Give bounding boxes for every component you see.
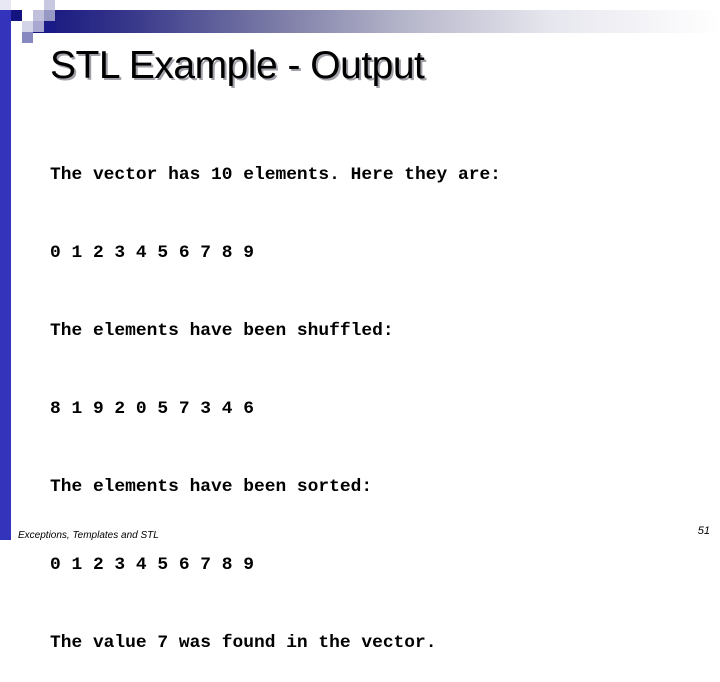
footer-title: Exceptions, Templates and STL [18,530,159,541]
slide-title: STL Example - Output [50,44,425,87]
corner-square [44,10,55,21]
corner-square [44,21,55,32]
page-number: 51 [697,525,710,537]
output-line: The value 7 was found in the vector. [50,633,437,653]
left-accent-bar [0,10,11,540]
output-line: The elements have been shuffled: [50,321,394,341]
program-output: The vector has 10 elements. Here they ar… [50,110,501,682]
corner-square [22,0,33,10]
output-line: The vector has 10 elements. Here they ar… [50,165,501,185]
corner-square [33,10,44,21]
corner-square [11,10,22,21]
top-gradient-bar [33,10,720,33]
output-line: 0 1 2 3 4 5 6 7 8 9 [50,243,254,263]
corner-square [44,0,55,10]
corner-square [22,21,33,32]
corner-square [33,21,44,32]
output-line: The elements have been sorted: [50,477,373,497]
output-line: 0 1 2 3 4 5 6 7 8 9 [50,555,254,575]
output-line: 8 1 9 2 0 5 7 3 4 6 [50,399,254,419]
corner-square [22,32,33,43]
corner-square [0,0,11,10]
